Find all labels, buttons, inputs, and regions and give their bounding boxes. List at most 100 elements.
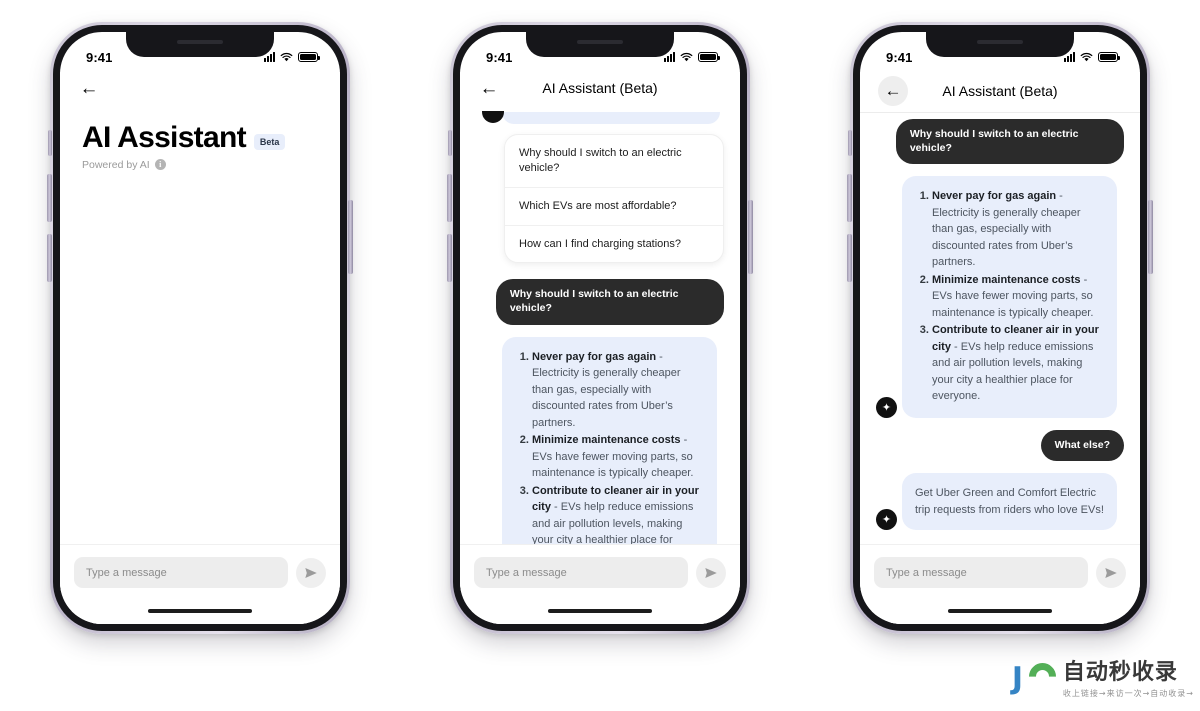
assistant-list: Never pay for gas again - Electricity is… (915, 188, 1104, 405)
volume-up-button[interactable] (847, 174, 852, 222)
power-button[interactable] (748, 200, 753, 274)
suggestion-item-1[interactable]: Which EVs are most affordable? (505, 186, 723, 225)
page-subtitle-row: Powered by AI i (82, 159, 318, 171)
mute-switch[interactable] (848, 130, 852, 156)
message-row-user: Why should I switch to an electric vehic… (476, 279, 724, 325)
home-indicator-area (60, 598, 340, 624)
home-indicator[interactable] (148, 609, 252, 613)
power-button[interactable] (1148, 200, 1153, 274)
assistant-bubble-clipped (502, 112, 720, 124)
home-indicator[interactable] (548, 609, 652, 613)
back-button[interactable]: ← (878, 76, 908, 106)
list-item-body: - EVs help reduce emissions and air poll… (532, 501, 694, 544)
message-row-user: What else? (876, 429, 1124, 462)
status-time: 9:41 (86, 49, 113, 65)
volume-down-button[interactable] (847, 234, 852, 282)
volume-up-button[interactable] (47, 174, 52, 222)
user-message-bubble: Why should I switch to an electric vehic… (495, 279, 724, 325)
phone-mockup-1: 9:41 ← AI Assistant Beta Powered by AI i… (47, 22, 353, 634)
watermark: J 自动秒收录 收上链接→来访一次→自动收录→ (1011, 657, 1194, 699)
status-bar: 9:41 (860, 32, 1140, 72)
mute-switch[interactable] (48, 130, 52, 156)
list-item: Never pay for gas again - Electricity is… (532, 349, 704, 432)
phone-screen: 9:41 ← AI Assistant (Beta) Why should I … (460, 32, 740, 624)
sparkle-icon: ✦ (876, 396, 897, 418)
message-row-assistant: ✦ Never pay for gas again - Electricity … (476, 336, 724, 544)
signal-icon (1064, 52, 1075, 62)
message-row-assistant: ✦ Get Uber Green and Comfort Electric tr… (876, 473, 1124, 531)
send-button[interactable] (296, 557, 326, 588)
suggestion-item-2[interactable]: How can I find charging stations? (505, 224, 723, 263)
power-button[interactable] (348, 200, 353, 274)
assistant-avatar-clipped (482, 111, 504, 123)
back-icon[interactable]: ← (478, 77, 500, 99)
message-composer (60, 544, 340, 598)
battery-icon (698, 52, 720, 62)
wifi-icon (280, 52, 293, 62)
list-item: Never pay for gas again - Electricity is… (932, 188, 1104, 271)
signal-icon (264, 52, 275, 62)
status-icons (664, 52, 720, 62)
send-icon (1105, 567, 1117, 578)
send-icon (705, 567, 717, 578)
message-row-assistant: ✦ Never pay for gas again - Electricity … (876, 176, 1124, 418)
list-item-title: Never pay for gas again (532, 350, 657, 363)
message-input[interactable] (874, 557, 1088, 588)
nav-bar: ← AI Assistant (Beta) (860, 72, 1140, 113)
status-bar: 9:41 (460, 32, 740, 72)
beta-badge: Beta (253, 133, 286, 150)
list-item-title: Minimize maintenance costs (532, 434, 681, 447)
screen-content: ← AI Assistant Beta Powered by AI i (60, 72, 340, 624)
message-row-user: Why should I switch to an electric vehic… (876, 119, 1124, 165)
status-time: 9:41 (886, 49, 913, 65)
home-indicator[interactable] (948, 609, 1052, 613)
watermark-logo-icon: J (1011, 657, 1062, 696)
list-item: Contribute to cleaner air in your city -… (932, 322, 1104, 405)
watermark-title: 自动秒收录 (1062, 660, 1178, 685)
volume-down-button[interactable] (47, 234, 52, 282)
wifi-icon (1080, 52, 1093, 62)
page-title: AI Assistant (82, 121, 247, 154)
list-item: Minimize maintenance costs - EVs have fe… (932, 272, 1104, 322)
page-header: AI Assistant Beta Powered by AI i (60, 106, 340, 171)
screen-content: ← AI Assistant (Beta) Why should I switc… (460, 72, 740, 624)
volume-up-button[interactable] (447, 174, 452, 222)
watermark-subtitle: 收上链接→来访一次→自动收录→ (1062, 689, 1194, 698)
send-icon (305, 567, 317, 578)
home-indicator-area (860, 598, 1140, 624)
assistant-message-bubble: Never pay for gas again - Electricity is… (502, 336, 717, 544)
signal-icon (664, 52, 675, 62)
watermark-logo-letter: J (1011, 661, 1024, 696)
page-subtitle: Powered by AI (82, 158, 150, 171)
chat-log: Why should I switch to an electric vehic… (860, 113, 1140, 544)
battery-icon (1098, 52, 1120, 62)
wifi-icon (680, 52, 693, 62)
suggestion-item-0[interactable]: Why should I switch to an electric vehic… (505, 135, 723, 187)
send-button[interactable] (696, 557, 726, 588)
back-icon[interactable]: ← (78, 77, 100, 99)
assistant-message-bubble: Never pay for gas again - Electricity is… (902, 176, 1117, 418)
watermark-logo-arc (1023, 657, 1062, 696)
battery-icon (298, 52, 320, 62)
chat-log: Why should I switch to an electric vehic… (460, 106, 740, 544)
home-indicator-area (460, 598, 740, 624)
list-item: Minimize maintenance costs - EVs have fe… (532, 432, 704, 482)
message-input[interactable] (474, 557, 688, 588)
list-item-body: - EVs help reduce emissions and air poll… (932, 340, 1094, 403)
list-item-title: Never pay for gas again (932, 190, 1057, 203)
phone-screen: 9:41 ← AI Assistant (Beta) Why should I … (860, 32, 1140, 624)
page-title-row: AI Assistant Beta (82, 122, 318, 154)
assistant-list: Never pay for gas again - Electricity is… (515, 349, 704, 544)
mute-switch[interactable] (448, 130, 452, 156)
phone-mockup-2: 9:41 ← AI Assistant (Beta) Why should I … (447, 22, 753, 634)
status-time: 9:41 (486, 49, 513, 65)
volume-down-button[interactable] (447, 234, 452, 282)
assistant-message-text: Get Uber Green and Comfort Electric trip… (915, 487, 1104, 516)
info-icon[interactable]: i (154, 159, 166, 170)
list-item: Contribute to cleaner air in your city -… (532, 483, 704, 544)
send-button[interactable] (1096, 557, 1126, 588)
list-item-title: Minimize maintenance costs (932, 273, 1081, 286)
message-input[interactable] (74, 557, 288, 588)
screen-content: ← AI Assistant (Beta) Why should I switc… (860, 72, 1140, 624)
user-message-bubble: What else? (1040, 429, 1124, 462)
